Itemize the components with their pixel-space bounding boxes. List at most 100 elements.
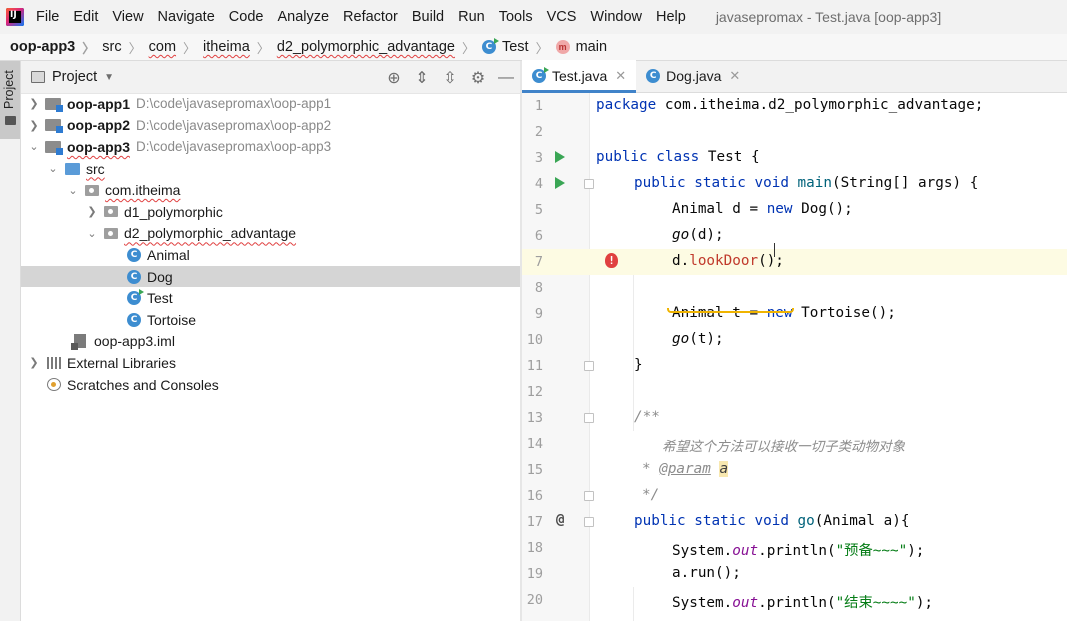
keyword-token: new xyxy=(766,201,793,217)
menu-build[interactable]: Build xyxy=(412,9,444,25)
chevron-right-icon[interactable]: ❯ xyxy=(27,356,41,369)
run-icon[interactable] xyxy=(555,151,565,163)
project-view-selector[interactable]: Project xyxy=(52,69,97,85)
menu-tools[interactable]: Tools xyxy=(499,9,533,25)
tree-item-d2-polymorphic-advantage[interactable]: ⌄ d2_polymorphic_advantage xyxy=(21,223,520,245)
breadcrumb-item-itheima[interactable]: itheima 〉 xyxy=(203,38,277,57)
tree-item-animal[interactable]: C Animal xyxy=(21,244,520,266)
fold-icon[interactable] xyxy=(584,517,594,527)
fold-icon[interactable] xyxy=(584,361,594,371)
breadcrumb-item-src[interactable]: src 〉 xyxy=(102,38,148,57)
tree-item-label: Dog xyxy=(147,268,173,285)
menu-refactor[interactable]: Refactor xyxy=(343,9,398,25)
expand-all-icon[interactable]: ⇕ xyxy=(408,68,436,88)
line-number: 17 xyxy=(526,514,543,530)
class-icon: C xyxy=(646,69,661,83)
tree-item-path: D:\code\javasepromax\oop-app2 xyxy=(136,117,332,133)
comment-text: /** xyxy=(634,409,660,425)
locate-file-icon[interactable]: ⊕ xyxy=(380,68,408,88)
tab-dog-java[interactable]: C Dog.java ✕ xyxy=(636,60,750,92)
tree-item-external-libraries[interactable]: ❯ External Libraries xyxy=(21,352,520,374)
chevron-right-icon[interactable]: ❯ xyxy=(85,205,99,218)
code-area[interactable]: 1 package com.itheima.d2_polymorphic_adv… xyxy=(522,93,1067,621)
package-icon xyxy=(104,227,118,239)
chevron-right-icon[interactable]: ❯ xyxy=(27,97,41,110)
collapse-all-icon[interactable]: ⇳ xyxy=(436,68,464,88)
folder-icon xyxy=(5,116,16,125)
tree-item-tortoise[interactable]: C Tortoise xyxy=(21,309,520,331)
breadcrumb-item-project[interactable]: oop-app3 〉 xyxy=(10,38,102,57)
tab-test-java[interactable]: C Test.java ✕ xyxy=(522,60,637,93)
code-text: d.lookDoor(); xyxy=(672,253,784,269)
menu-code[interactable]: Code xyxy=(229,9,264,25)
module-icon xyxy=(45,140,63,155)
breadcrumb-label: com xyxy=(148,39,177,55)
usages-icon[interactable]: @ xyxy=(556,512,564,528)
tree-item-test[interactable]: C Test xyxy=(21,287,520,309)
tree-item-dog[interactable]: C Dog xyxy=(21,265,520,288)
code-line: 1 package com.itheima.d2_polymorphic_adv… xyxy=(522,93,1067,119)
intellij-logo-icon: IJ xyxy=(6,8,24,26)
close-icon[interactable]: ✕ xyxy=(615,68,626,84)
breadcrumb: oop-app3 〉 src 〉 com 〉 itheima 〉 d2_polymorp… xyxy=(0,34,1067,61)
line-number: 9 xyxy=(534,306,543,322)
window-title: javasepromax - Test.java [oop-app3] xyxy=(715,9,942,25)
chevron-down-icon[interactable]: ⌄ xyxy=(66,184,80,197)
code-token: (d); xyxy=(689,227,724,243)
menu-navigate[interactable]: Navigate xyxy=(158,9,215,25)
breadcrumb-label: src xyxy=(102,39,122,55)
chevron-right-icon[interactable]: ❯ xyxy=(27,119,41,132)
tree-item-scratches[interactable]: Scratches and Consoles xyxy=(21,374,520,396)
error-icon[interactable]: ! xyxy=(605,253,618,268)
run-icon[interactable] xyxy=(555,177,565,189)
tree-item-oop-app1[interactable]: ❯ oop-app1 D:\code\javasepromax\oop-app1 xyxy=(21,93,520,115)
breadcrumb-item-method[interactable]: m main xyxy=(555,39,607,55)
breadcrumb-item-package[interactable]: d2_polymorphic_advantage 〉 xyxy=(277,38,482,57)
menu-view[interactable]: View xyxy=(112,9,143,25)
breadcrumb-label: itheima xyxy=(203,39,250,55)
menu-run[interactable]: Run xyxy=(458,9,485,25)
scratches-icon xyxy=(47,378,61,392)
close-icon[interactable]: ✕ xyxy=(729,68,740,84)
code-text: public static void go(Animal a){ xyxy=(634,513,909,529)
fold-icon[interactable] xyxy=(584,179,594,189)
code-token: ); xyxy=(907,543,925,559)
tree-item-iml[interactable]: oop-app3.iml xyxy=(21,331,520,353)
field-token: out xyxy=(732,543,759,559)
chevron-down-icon[interactable]: ⌄ xyxy=(27,140,41,153)
menu-edit[interactable]: Edit xyxy=(73,9,98,25)
chevron-down-icon[interactable]: ⌄ xyxy=(46,162,60,175)
field-token: out xyxy=(732,595,759,611)
fold-icon[interactable] xyxy=(584,413,594,423)
package-icon xyxy=(104,206,118,218)
tree-item-oop-app2[interactable]: ❯ oop-app2 D:\code\javasepromax\oop-app2 xyxy=(21,115,520,137)
code-token: (t); xyxy=(689,331,724,347)
menu-help[interactable]: Help xyxy=(656,9,686,25)
code-line: 12 xyxy=(522,379,1067,405)
breadcrumb-item-class[interactable]: C Test 〉 xyxy=(481,38,556,57)
error-token: lookDoor xyxy=(689,253,759,269)
tree-item-com-itheima[interactable]: ⌄ com.itheima xyxy=(21,179,520,201)
menu-analyze[interactable]: Analyze xyxy=(277,9,329,25)
line-number: 14 xyxy=(526,436,543,452)
hide-panel-icon[interactable]: — xyxy=(492,69,520,87)
menu-file[interactable]: File xyxy=(36,9,59,25)
tree-item-d1-polymorphic[interactable]: ❯ d1_polymorphic xyxy=(21,201,520,223)
code-token: Dog(); xyxy=(792,201,853,217)
tree-item-oop-app3[interactable]: ⌄ oop-app3 D:\code\javasepromax\oop-app3 xyxy=(21,136,520,158)
string-token: "预备~~~" xyxy=(835,543,908,559)
tree-item-src[interactable]: ⌄ src xyxy=(21,158,520,180)
fold-icon[interactable] xyxy=(584,491,594,501)
code-editor: C Test.java ✕ C Dog.java ✕ 1 package com… xyxy=(522,60,1067,621)
menu-window[interactable]: Window xyxy=(590,9,642,25)
breadcrumb-item-com[interactable]: com 〉 xyxy=(149,38,203,57)
keyword-token: public static void xyxy=(634,513,789,529)
menu-vcs[interactable]: VCS xyxy=(547,9,577,25)
code-line: 2 xyxy=(522,119,1067,145)
chevron-down-icon[interactable]: ⌄ xyxy=(85,227,99,240)
project-tool-window-button[interactable]: Project xyxy=(0,61,20,139)
project-panel-header: Project ▼ ⊕ ⇕ ⇳ ⚙ — xyxy=(21,61,520,94)
line-number: 3 xyxy=(534,150,543,166)
chevron-down-icon[interactable]: ▼ xyxy=(104,72,114,83)
gear-icon[interactable]: ⚙ xyxy=(464,68,492,88)
